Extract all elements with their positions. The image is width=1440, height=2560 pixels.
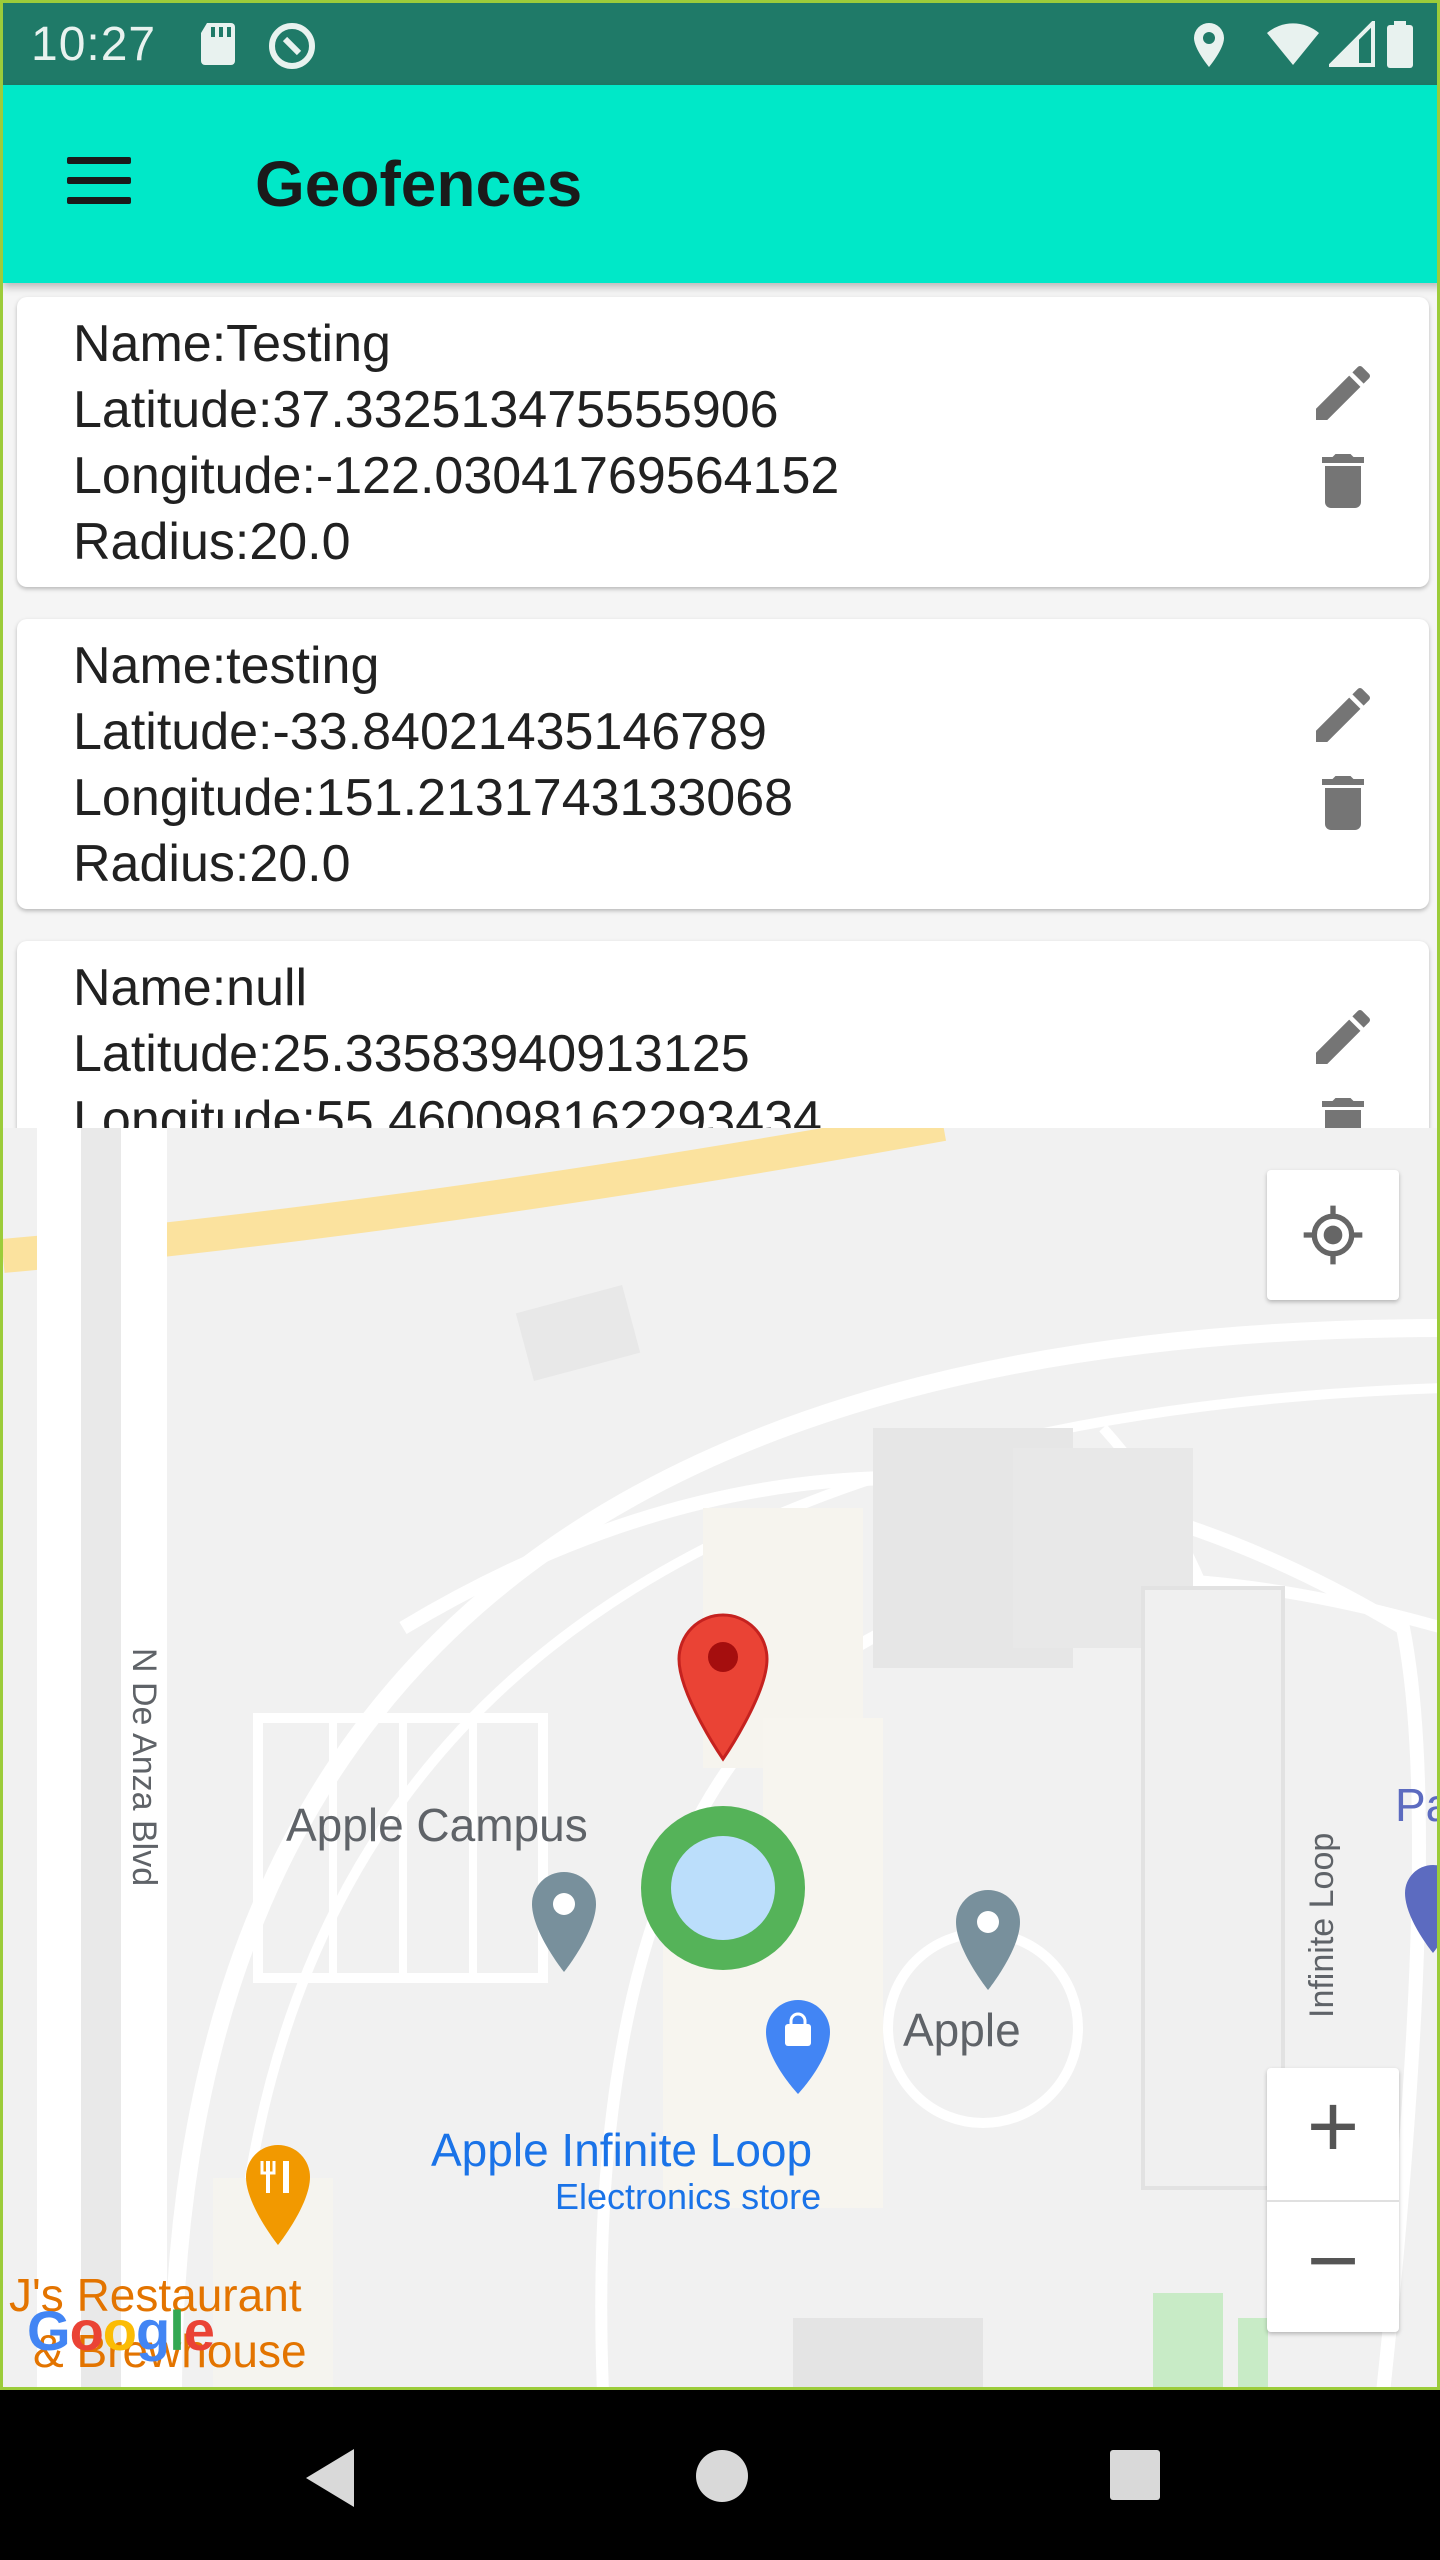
geofence-card: Name:null Latitude:25.33583940913125 Lon…	[17, 941, 1429, 1128]
geofence-card: Name:Testing Latitude:37.332513475555906…	[17, 297, 1429, 587]
location-icon	[1191, 21, 1227, 74]
status-bar: 10:27	[3, 3, 1437, 85]
place-label: Pa	[1395, 1779, 1437, 1831]
trash-icon[interactable]	[1307, 445, 1379, 517]
page-title: Geofences	[255, 148, 583, 220]
place-label: Apple Campus	[286, 1799, 588, 1851]
trash-icon[interactable]	[1307, 767, 1379, 839]
my-location-button[interactable]	[1267, 1170, 1399, 1300]
system-nav-bar	[0, 2390, 1440, 2560]
battery-icon	[1385, 21, 1415, 74]
street-label: N De Anza Blvd	[125, 1648, 163, 1887]
geofence-name: Name:null	[73, 959, 308, 1017]
zoom-out-button[interactable]: −	[1267, 2200, 1399, 2334]
poi-pin-icon[interactable]	[529, 1870, 599, 1974]
geofence-list[interactable]: Name:Testing Latitude:37.332513475555906…	[3, 283, 1437, 1128]
back-icon[interactable]	[300, 2445, 360, 2511]
recents-icon[interactable]	[1108, 2448, 1162, 2502]
signal-icon	[1326, 18, 1375, 72]
zoom-in-button[interactable]: +	[1267, 2068, 1399, 2200]
map-view[interactable]: N De Anza Blvd Apple Campus Apple Apple …	[3, 1128, 1440, 2387]
google-logo: Google	[27, 2299, 215, 2362]
geofence-latitude: Latitude:37.332513475555906	[73, 381, 779, 439]
poi-pin-icon[interactable]	[953, 1888, 1023, 1992]
zoom-controls: + −	[1267, 2068, 1399, 2332]
geofence-longitude: Longitude:-122.03041769564152	[73, 447, 840, 505]
plus-icon: +	[1306, 2077, 1360, 2177]
pencil-icon[interactable]	[1307, 1001, 1379, 1073]
app-frame: 10:27 Geofences Name:Testing Latitude:37…	[0, 0, 1440, 2390]
geofence-name: Name:testing	[73, 637, 380, 695]
sync-icon	[267, 21, 317, 76]
home-icon[interactable]	[694, 2448, 750, 2504]
pencil-icon[interactable]	[1307, 679, 1379, 751]
geofence-longitude: Longitude:151.2131743133068	[73, 769, 794, 827]
wifi-icon	[1265, 21, 1321, 72]
shopping-bag-pin-icon[interactable]	[763, 1998, 833, 2098]
hamburger-menu-icon[interactable]	[63, 155, 139, 211]
trash-icon[interactable]	[1307, 1089, 1379, 1128]
geofence-latitude: Latitude:25.33583940913125	[73, 1025, 750, 1083]
geofence-radius: Radius:20.0	[73, 513, 351, 571]
geofence-card: Name:testing Latitude:-33.84021435146789…	[17, 619, 1429, 909]
store-label: Apple Infinite Loop	[431, 2124, 813, 2176]
app-bar: Geofences	[3, 85, 1437, 283]
street-label: Infinite Loop	[1303, 1832, 1341, 2018]
parking-pin-icon[interactable]	[1403, 1863, 1440, 1963]
pencil-icon[interactable]	[1307, 357, 1379, 429]
store-category-label: Electronics store	[555, 2176, 822, 2217]
sd-card-icon	[199, 21, 239, 72]
geofence-radius: Radius:20.0	[73, 835, 351, 893]
status-time: 10:27	[31, 18, 157, 71]
crosshair-icon	[1303, 1205, 1363, 1265]
geofence-longitude: Longitude:55.460098162293434	[73, 1091, 822, 1128]
minus-icon: −	[1306, 2211, 1360, 2311]
place-label: Apple	[903, 2004, 1021, 2056]
geofence-latitude: Latitude:-33.84021435146789	[73, 703, 767, 761]
restaurant-pin-icon[interactable]	[243, 2143, 313, 2247]
map-marker-icon[interactable]	[675, 1613, 771, 1763]
geofence-name: Name:Testing	[73, 315, 391, 373]
